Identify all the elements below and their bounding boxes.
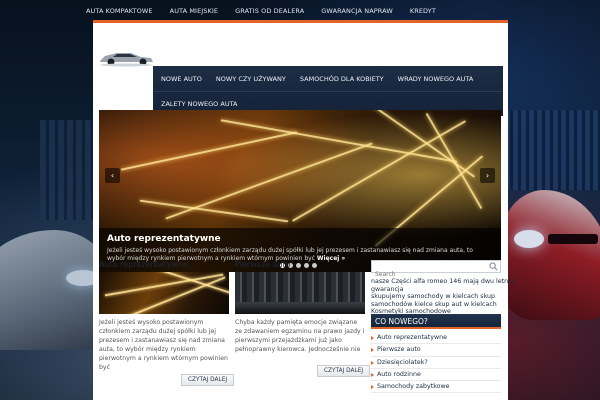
- sidebar-link[interactable]: nasze Części alfa romeo 146 mają dwu let…: [371, 278, 514, 286]
- news-item[interactable]: Dziesięciolatek?: [371, 357, 501, 369]
- top-nav-item[interactable]: AUTA MIEJSKIE: [170, 7, 218, 15]
- accent-line: [93, 20, 508, 23]
- read-more-button[interactable]: CZYTAJ DALEJ: [317, 365, 371, 377]
- read-more-button[interactable]: CZYTAJ DALEJ: [181, 374, 235, 386]
- search-box: [371, 260, 501, 280]
- slider-title[interactable]: Auto reprezentatywne: [107, 234, 493, 244]
- sidebar-link[interactable]: skupujemy samochody w kielcach skup: [371, 293, 503, 301]
- post-card: Auto reprezentatywne Jeżeli jesteś wysok…: [99, 260, 229, 372]
- logo-car-icon[interactable]: [97, 47, 155, 67]
- main-nav-item[interactable]: NOWY CZY UŻYWANY: [216, 75, 286, 83]
- main-nav-item[interactable]: ZALETY NOWEGO AUTA: [161, 100, 237, 108]
- top-nav-item[interactable]: GRATIS OD DEALERA: [235, 7, 304, 15]
- main-nav: NOWE AUTO NOWY CZY UŻYWANY SAMOCHÓD DLA …: [153, 66, 503, 116]
- sidebar-link[interactable]: samochodów kielce skup aut w kielcach: [371, 301, 503, 309]
- widget-title: CO NOWEGO?: [371, 314, 501, 329]
- search-icon[interactable]: [489, 262, 498, 271]
- news-item[interactable]: Pierwsze auto: [371, 344, 501, 357]
- post-excerpt: Chyba każdy pamięta emocje związane ze z…: [235, 319, 365, 353]
- news-list: Auto reprezentatywne Pierwsze auto Dzies…: [371, 332, 501, 394]
- post-thumbnail[interactable]: [235, 272, 365, 314]
- news-item[interactable]: Auto reprezentatywne: [371, 332, 501, 345]
- top-nav-item[interactable]: GWARANCJA NAPRAW: [321, 7, 393, 15]
- main-nav-item[interactable]: WRADY NOWEGO AUTA: [398, 75, 474, 83]
- background-city-left: [40, 120, 95, 220]
- main-nav-item[interactable]: NOWE AUTO: [161, 75, 202, 83]
- background-car-right: [500, 190, 600, 320]
- news-item[interactable]: Samochody zabytkowe: [371, 381, 501, 394]
- top-nav: AUTA KOMPAKTOWE AUTA MIEJSKIE GRATIS OD …: [0, 0, 600, 22]
- featured-slider[interactable]: ‹ › Auto reprezentatywne Jeżeli jesteś w…: [99, 110, 501, 272]
- content-wrapper: NOWE AUTO NOWY CZY UŻYWANY SAMOCHÓD DLA …: [93, 20, 514, 400]
- post-card: Pierwsze auto Chyba każdy pamięta emocje…: [235, 260, 365, 354]
- top-nav-item[interactable]: AUTA KOMPAKTOWE: [86, 7, 153, 15]
- main-nav-item[interactable]: SAMOCHÓD DLA KOBIETY: [300, 75, 384, 83]
- slider-next-button[interactable]: ›: [480, 168, 495, 183]
- post-excerpt: Jeżeli jesteś wysoko postawionym członki…: [99, 319, 228, 371]
- sidebar-links: nasze Części alfa romeo 146 mają dwu let…: [371, 278, 514, 316]
- news-item[interactable]: Auto rodzinne: [371, 369, 501, 382]
- sidebar-link[interactable]: gwarancja: [371, 286, 503, 294]
- post-title[interactable]: Pierwsze auto: [235, 260, 365, 269]
- post-title[interactable]: Auto reprezentatywne: [99, 260, 229, 269]
- slider-prev-button[interactable]: ‹: [105, 168, 120, 183]
- top-nav-item[interactable]: KREDYT: [410, 7, 436, 15]
- background-city-right: [505, 110, 600, 190]
- post-thumbnail[interactable]: [99, 272, 229, 314]
